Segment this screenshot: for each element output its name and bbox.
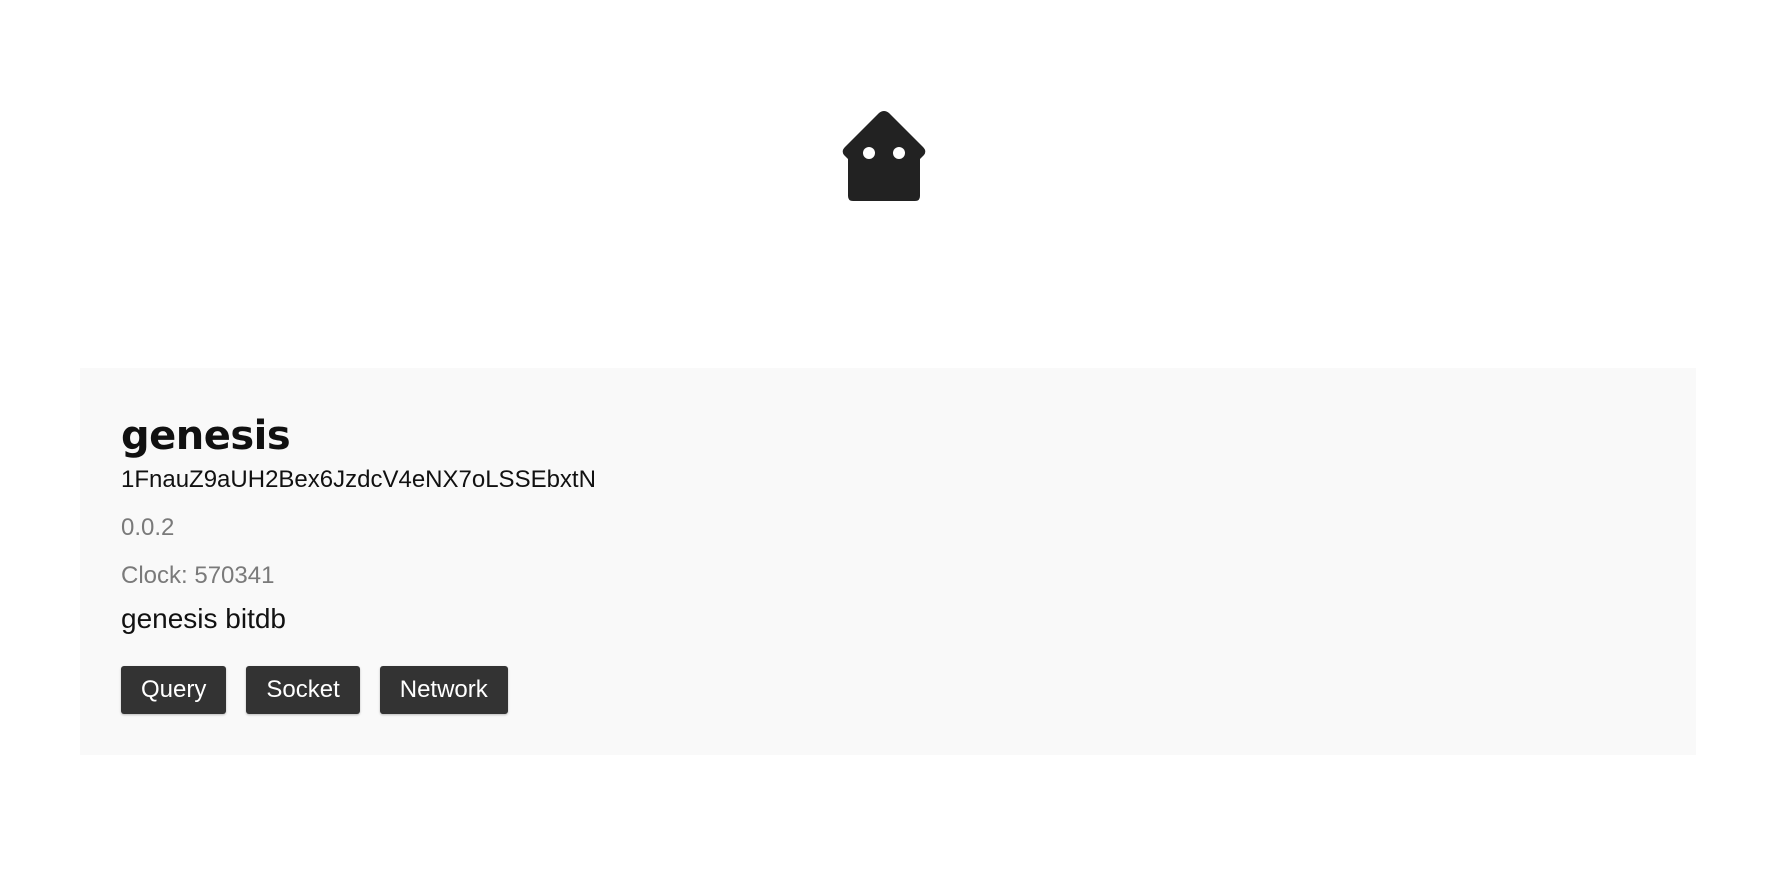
- query-button[interactable]: Query: [121, 666, 227, 714]
- home-logo-link[interactable]: [841, 110, 927, 202]
- app-description: genesis bitdb: [121, 603, 287, 634]
- socket-button[interactable]: Socket: [246, 666, 360, 714]
- app-title: genesis: [121, 413, 291, 459]
- app-address: 1FnauZ9aUH2Bex6JzdcV4eNX7oLSSEbxtN: [121, 466, 596, 493]
- page: genesis 1FnauZ9aUH2Bex6JzdcV4eNX7oLSSEbx…: [0, 0, 1778, 892]
- app-card: genesis 1FnauZ9aUH2Bex6JzdcV4eNX7oLSSEbx…: [80, 368, 1696, 755]
- network-button[interactable]: Network: [379, 666, 508, 714]
- action-buttons: Query Socket Network: [121, 666, 1655, 714]
- house-face-icon: [842, 111, 926, 201]
- app-clock: Clock: 570341: [121, 562, 275, 589]
- app-version: 0.0.2: [121, 514, 175, 541]
